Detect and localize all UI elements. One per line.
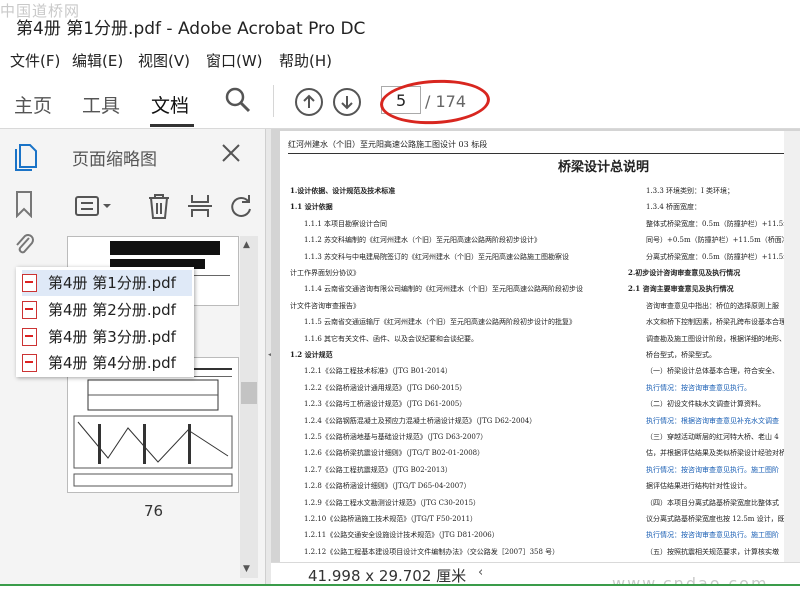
document-text-line: 1.2.11《公路交通安全设施设计技术规范》（JTG D81-2006） (304, 531, 499, 540)
insert-page-icon[interactable] (186, 192, 214, 220)
header-rule (288, 153, 793, 154)
document-text-line: 1.2.12《公路工程基本建设项目设计文件编制办法》（交公路发［2007］358… (304, 547, 560, 556)
document-text-line: 1.2.4《公路钢筋混凝土及预应力混凝土桥涵设计规范》（JTG D62-2004… (304, 416, 537, 425)
file-name: 第4册 第3分册.pdf (48, 328, 176, 346)
document-text-line: 1.1.6 其它有关文件、函件、以及会议纪要和会谈纪要。 (304, 334, 479, 343)
document-text-line: 咨询审查意见中指出：桥位的选择原则上服 (646, 301, 779, 310)
document-text-line: 1.设计依据、设计规范及技术标准 (290, 186, 396, 195)
document-text-line: 整体式桥梁宽度：0.5m（防撞护栏）+11.5m (646, 219, 790, 228)
file-name: 第4册 第4分册.pdf (48, 354, 176, 372)
document-text-line: 1.2.10《公路桥涵施工技术规范》（JTG/T F50-2011） (304, 515, 478, 523)
file-item[interactable]: 第4册 第3分册.pdf (22, 324, 192, 350)
document-text-line: 计文件咨询审查报告》 (290, 301, 360, 310)
file-item[interactable]: 第4册 第1分册.pdf (22, 270, 192, 296)
toolbar-divider (273, 85, 274, 117)
thumbnail-page-label: 76 (144, 502, 164, 520)
thumbnails-scrollbar-thumb[interactable] (241, 382, 257, 404)
file-name: 第4册 第1分册.pdf (48, 274, 176, 292)
menu-help[interactable]: 帮助(H) (279, 50, 332, 71)
document-text-line: 执行情况：按咨询审查意见执行。 (646, 383, 751, 392)
document-text-line: 1.2.7《公路工程抗震规范》（JTG B02-2013） (304, 465, 452, 474)
file-name: 第4册 第2分册.pdf (48, 301, 176, 319)
scroll-down-icon[interactable]: ▼ (243, 564, 250, 574)
document-text-line: 水文和桥下控制因素，桥梁孔跨布设基本合理，符 (646, 318, 800, 327)
file-item[interactable]: 第4册 第2分册.pdf (22, 297, 192, 323)
document-text-line: 1.2.3《公路圬工桥涵设计规范》（JTG D61-2005） (304, 400, 467, 409)
document-text-line: 计工作界面划分协议》 (290, 269, 360, 277)
pdf-file-icon (22, 354, 37, 372)
document-text-line: 1.1.1 本项目勘察设计合同 (304, 219, 388, 228)
document-text-line: 1.2 设计规范 (290, 350, 333, 359)
thumbnails-scrollbar[interactable] (240, 236, 258, 578)
document-text-line: 1.2.8《公路桥涵设计细则》（JTG/T D65-04-2007） (304, 482, 471, 491)
document-scrollbar[interactable] (784, 131, 800, 562)
pdf-file-icon (22, 328, 37, 346)
document-text-line: 议分离式路基桥梁宽度也按 12.5m 设计，既节约造 (646, 515, 800, 523)
menu-edit[interactable]: 编辑(E) (72, 50, 123, 71)
document-text-line: 估，并根据评估结果及类似桥梁设计经验对桥梁结 (646, 449, 800, 458)
document-text-line: 1.3.3 环境类别：I 类环境； (646, 187, 735, 195)
next-page-button[interactable] (333, 88, 361, 116)
close-icon[interactable] (220, 142, 242, 164)
rotate-icon[interactable] (228, 193, 254, 219)
document-text-line: 2.1 咨询主要审查意见及执行情况 (628, 284, 734, 294)
thumbnail-options-icon[interactable] (74, 194, 114, 218)
page-size: 41.998 x 29.702 厘米 (308, 567, 467, 585)
document-page: 红河州建水（个旧）至元阳高速公路施工图设计 03 标段 桥梁设计总说明 1.设计… (280, 131, 800, 584)
menu-view[interactable]: 视图(V) (138, 50, 190, 71)
document-text-line: （四）本项目分离式路基桥梁宽度比整体式 (646, 498, 779, 507)
document-text-line: 同号）+0.5m（防撞护栏）+11.5m（桥面净宽 (646, 236, 796, 245)
menu-window[interactable]: 窗口(W) (206, 50, 263, 71)
arrow-down-icon (341, 96, 353, 110)
document-text-line: 分离式桥梁宽度：0.5m（防撞护栏）+11.5m (646, 252, 790, 261)
document-text-line: （一）桥梁设计总体基本合理，符合安全、 (646, 367, 779, 376)
document-text-line: 1.2.9《公路工程水文勘测设计规范》（JTG C30-2015） (304, 498, 481, 507)
tab-document[interactable]: 文档 (151, 91, 189, 118)
window-title: 第4册 第1分册.pdf - Adobe Acrobat Pro DC (16, 19, 366, 39)
document-header: 红河州建水（个旧）至元阳高速公路施工图设计 03 标段 (288, 140, 488, 149)
scroll-up-icon[interactable]: ▲ (243, 240, 250, 250)
active-tab-indicator (150, 124, 194, 127)
attachment-icon[interactable] (14, 232, 36, 258)
document-text-line: 1.2.1《公路工程技术标准》（JTG B01-2014） (304, 367, 452, 376)
document-text-line: 1.1.5 云南省交通运输厅《红河州建水（个旧）至元阳高速公路两阶段初步设计的批… (304, 318, 577, 327)
previous-page-button[interactable] (295, 88, 323, 116)
document-text-line: 执行情况：按咨询审查意见执行。施工图阶 (646, 465, 779, 474)
panel-title: 页面缩略图 (72, 150, 157, 170)
scroll-left-icon[interactable]: ‹ (478, 565, 483, 580)
document-text-line: （三）穿越活动断层的红河特大桥、老山 4 (646, 433, 779, 441)
trash-icon[interactable] (146, 192, 172, 220)
document-text-line: 1.1.3 苏交科与中电建局院签订的《红河州建水（个旧）至元阳高速公路施工图勘察… (304, 252, 570, 261)
tab-home[interactable]: 主页 (14, 91, 52, 118)
document-text-line: 1.2.5《公路桥涵地基与基础设计规范》（JTG D63-2007） (304, 433, 488, 441)
document-text-line: （二）初设文件缺水文调查计算资料。 (646, 400, 765, 409)
tab-tools[interactable]: 工具 (82, 91, 120, 118)
document-text-line: 1.3.4 桥面宽度： (646, 203, 702, 212)
document-text-line: 桥台型式，桥梁型式。 (646, 351, 716, 359)
document-title: 桥梁设计总说明 (558, 160, 650, 175)
arrow-up-icon (303, 94, 315, 108)
bottom-strip (0, 586, 800, 600)
document-text-line: 据评估结果进行结构针对性设计。 (646, 482, 751, 491)
document-text-line: 1.1.2 苏交科编制的《红河州建水（个旧）至元阳高速公路两阶段初步设计》 (304, 236, 542, 245)
document-text-line: 1.1 设计依据 (290, 202, 333, 212)
document-text-line: （五）按照抗震相关规范要求，计算核实墩 (646, 547, 779, 556)
document-text-line: 1.1.4 云南省交通咨询有限公司编制的《红河州建水（个旧）至元阳高速公路两阶段… (304, 285, 584, 294)
search-icon[interactable] (224, 86, 252, 114)
pdf-file-icon (22, 274, 37, 292)
page-thumbnails-icon[interactable] (14, 143, 38, 171)
file-item[interactable]: 第4册 第4分册.pdf (22, 350, 192, 376)
page-thumbnail[interactable] (67, 357, 239, 493)
document-text-line: 2.初步设计咨询审查意见及执行情况 (628, 268, 741, 277)
pdf-file-icon (22, 301, 37, 319)
document-text-line: 1.2.6《公路桥梁抗震设计细则》（JTG/T B02-01-2008） (304, 449, 485, 458)
document-text-line: 执行情况：按咨询审查意见执行。施工图阶 (646, 531, 779, 540)
document-text-line: 调查勘及施工图设计阶段，根据详细的地形、地貌 (646, 334, 800, 343)
document-text-line: 执行情况：根据咨询审查意见补充水文调查 (646, 416, 779, 425)
menu-file[interactable]: 文件(F) (10, 50, 60, 71)
document-text-line: 1.2.2《公路桥涵设计通用规范》（JTG D60-2015） (304, 383, 467, 392)
bookmark-icon[interactable] (14, 190, 34, 219)
